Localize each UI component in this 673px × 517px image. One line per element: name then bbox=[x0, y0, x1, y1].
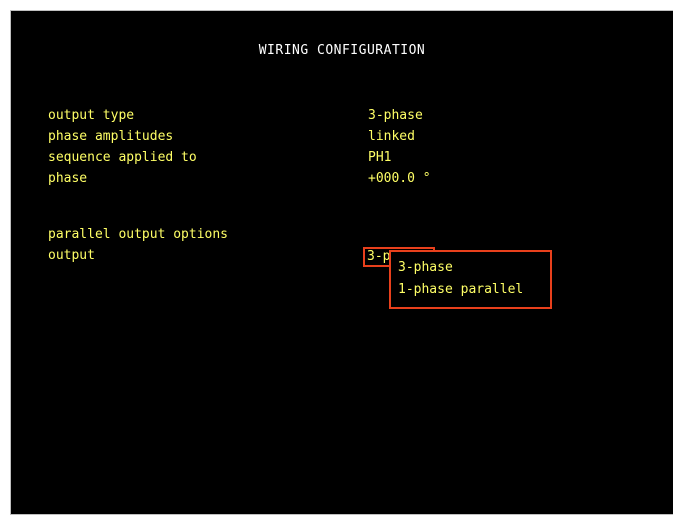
parallel-output-label: output bbox=[48, 248, 95, 263]
parallel-output-options-heading: parallel output options bbox=[48, 227, 229, 242]
dropdown-option-1-phase-parallel[interactable]: 1-phase parallel bbox=[391, 279, 550, 301]
sequence-applied-to-label: sequence applied to bbox=[48, 150, 197, 165]
screen-title: WIRING CONFIGURATION bbox=[258, 43, 426, 58]
dropdown-option-3-phase[interactable]: 3-phase bbox=[391, 257, 550, 279]
wiring-configuration-screen: WIRING CONFIGURATION output type 3-phase… bbox=[10, 10, 673, 515]
phase-label: phase bbox=[48, 171, 88, 186]
phase-amplitudes-label: phase amplitudes bbox=[48, 129, 174, 144]
output-type-label: output type bbox=[48, 108, 135, 123]
sequence-applied-to-value[interactable]: PH1 bbox=[368, 150, 391, 166]
parallel-output-dropdown: 3-phase 1-phase parallel bbox=[389, 250, 552, 309]
output-type-value[interactable]: 3-phase bbox=[368, 108, 423, 124]
phase-amplitudes-value[interactable]: linked bbox=[368, 129, 415, 145]
phase-value[interactable]: +000.0 ° bbox=[368, 171, 431, 187]
